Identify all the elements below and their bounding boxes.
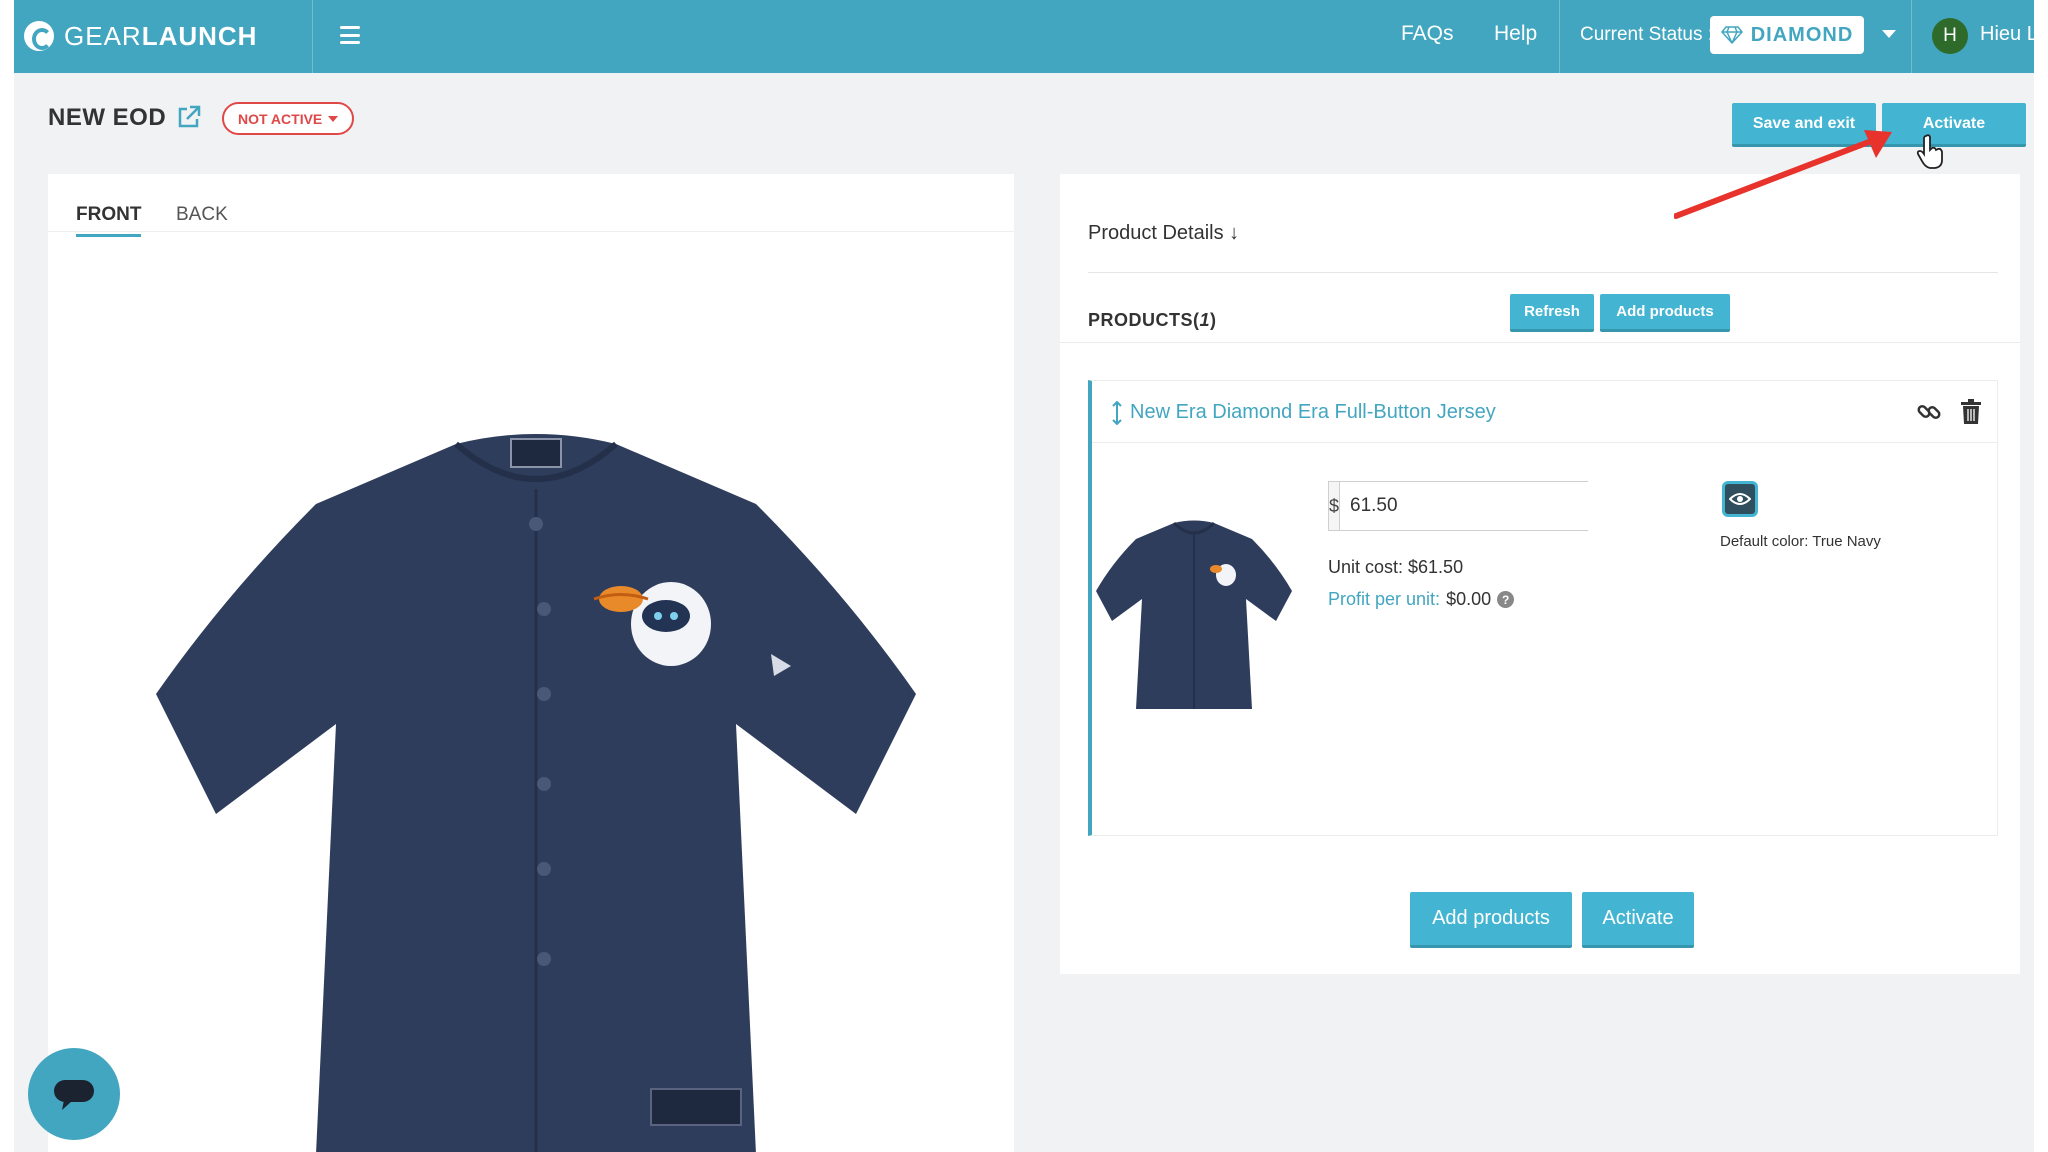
product-details-toggle[interactable]: Product Details ↓ [1088,222,1239,245]
products-count: 1 [1199,310,1211,330]
status-value: DIAMOND [1750,23,1854,46]
currency-prefix: $ [1329,482,1341,530]
navbar-divider [1559,0,1560,73]
navbar-divider [312,0,313,73]
add-products-button[interactable]: Add products [1600,294,1730,332]
design-preview-panel: FRONT BACK [48,174,1014,1152]
tab-back[interactable]: BACK [176,204,228,234]
page-title: NEW EOD [48,104,167,131]
help-icon[interactable]: ? [1497,591,1515,608]
price-field: $ [1328,481,1596,531]
add-products-button-bottom[interactable]: Add products [1410,892,1572,948]
caret-down-icon [328,115,339,122]
product-card-header: New Era Diamond Era Full-Button Jersey [1092,381,1998,443]
product-details-panel: Product Details ↓ PRODUCTS(1) Refresh Ad… [1060,174,2020,974]
logo-text: GEARLAUNCH [64,20,258,51]
trash-icon[interactable] [1960,399,1982,425]
annotation-arrow [1674,130,1892,219]
app-frame: GEARLAUNCH FAQs Help Current Status : DI… [14,0,2034,1152]
default-color-label: Default color: True Navy [1720,533,1881,550]
profit-per-unit: Profit per unit: $0.00 ? [1328,589,1515,610]
hand-cursor-icon [1916,134,1943,169]
profit-value: $0.00 [1446,589,1492,609]
external-link-icon[interactable] [176,104,202,130]
chat-icon [54,1080,94,1110]
drag-handle-icon[interactable] [1112,401,1122,425]
divider [1088,272,1998,273]
products-heading: PRODUCTS(1) [1088,310,1217,330]
chevron-down-icon[interactable] [1882,30,1896,38]
status-dropdown[interactable]: NOT ACTIVE [222,102,355,135]
avatar[interactable]: H [1932,18,1968,54]
divider [1060,342,2020,343]
diamond-icon [1720,26,1743,44]
refresh-button[interactable]: Refresh [1510,294,1594,332]
preview-tabs: FRONT BACK [48,174,1014,237]
help-link[interactable]: Help [1494,22,1537,46]
activate-button-bottom[interactable]: Activate [1582,892,1694,948]
user-name[interactable]: Hieu L [1980,23,2034,46]
gearlaunch-logo[interactable]: GEARLAUNCH [24,18,257,54]
jersey-front-preview [156,434,916,1152]
product-name-link[interactable]: New Era Diamond Era Full-Button Jersey [1130,401,1496,424]
chat-launcher[interactable] [28,1048,120,1140]
link-icon[interactable] [1916,399,1942,425]
faqs-link[interactable]: FAQs [1401,22,1454,46]
menu-icon[interactable] [340,26,360,44]
current-status-label: Current Status : [1580,24,1714,45]
status-pill-label: NOT ACTIVE [238,110,323,127]
tab-front[interactable]: FRONT [76,204,142,237]
eye-icon[interactable] [1722,481,1758,517]
product-thumbnail [1096,520,1292,709]
unit-cost: Unit cost: $61.50 [1328,557,1464,577]
status-badge[interactable]: DIAMOND [1710,16,1864,54]
profit-label[interactable]: Profit per unit: [1328,589,1440,610]
top-navbar: GEARLAUNCH FAQs Help Current Status : DI… [14,0,2034,73]
logo-icon [24,21,54,51]
navbar-divider [1911,0,1912,73]
price-input[interactable] [1340,482,1596,530]
product-card: New Era Diamond Era Full-Button Jersey $… [1088,380,1998,836]
